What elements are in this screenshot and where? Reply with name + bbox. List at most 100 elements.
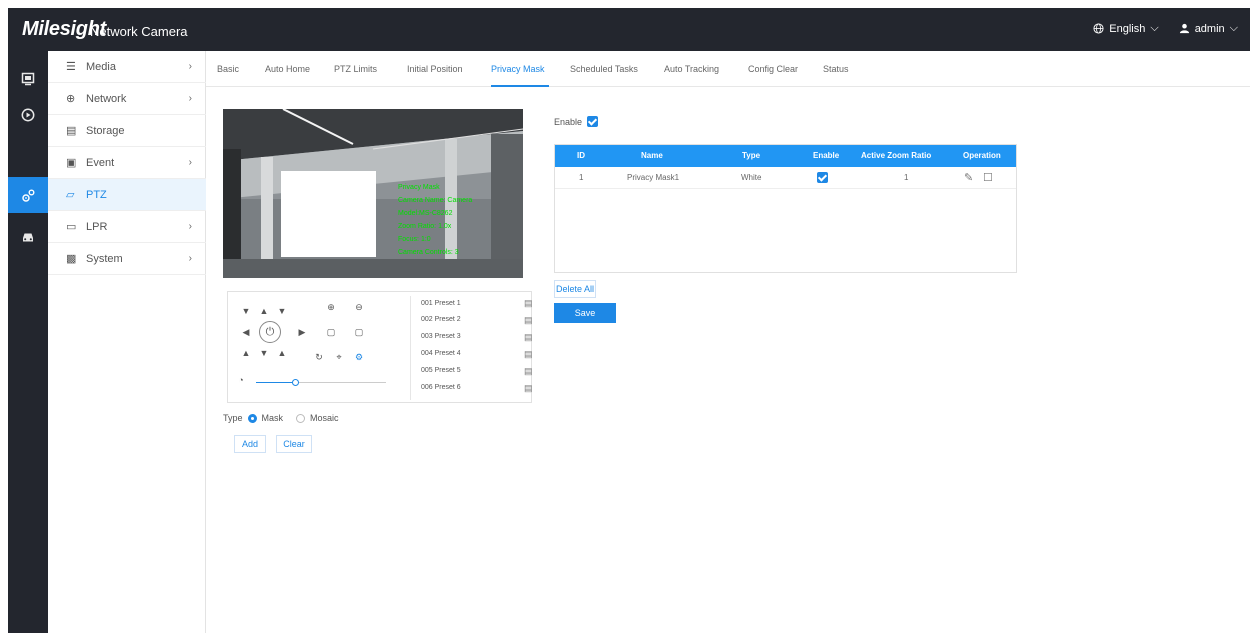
tab-status[interactable]: Status [823, 64, 849, 74]
edit-icon[interactable]: ✎ [964, 171, 973, 184]
car-icon: ▭ [66, 221, 77, 233]
preset-item[interactable]: 003 Preset 3 [421, 333, 461, 340]
tab-auto-tracking[interactable]: Auto Tracking [664, 64, 719, 74]
sidebar-item-event[interactable]: ▣ Event › [48, 147, 206, 179]
table-row[interactable]: 1 Privacy Mask1 White 1 ✎ ☐ [555, 167, 1016, 189]
ptz-icon: ▱ [66, 189, 75, 201]
sidebar-item-label: Storage [86, 124, 125, 137]
tab-initial-position[interactable]: Initial Position [407, 64, 463, 74]
add-button[interactable]: Add [234, 435, 266, 453]
tab-scheduled-tasks[interactable]: Scheduled Tasks [570, 64, 638, 74]
type-label: Type [223, 413, 243, 423]
sidebar-item-label: Event [86, 156, 115, 169]
user-menu[interactable]: admin ⌵ [1179, 22, 1238, 35]
pan-down-right-button[interactable]: ▲ [275, 348, 289, 358]
preset-item[interactable]: 002 Preset 2 [421, 316, 461, 323]
row-enable-checkbox[interactable] [817, 172, 828, 185]
save-preset-icon[interactable]: ▤ [524, 349, 533, 360]
video-preview[interactable]: Privacy Mask Camera Name: Camera Model:M… [223, 109, 523, 278]
rotate-icon[interactable]: ↻ [312, 352, 326, 363]
mask-type: White [741, 173, 762, 182]
tab-basic[interactable]: Basic [217, 64, 239, 74]
settings-button[interactable] [8, 177, 48, 213]
pan-up-button[interactable]: ▲ [257, 306, 271, 316]
language-label: English [1109, 22, 1146, 35]
tab-ptz-limits[interactable]: PTZ Limits [334, 64, 377, 74]
active-tab-indicator [491, 85, 549, 87]
tab-config-clear[interactable]: Config Clear [748, 64, 798, 74]
tab-bar: Basic Auto Home PTZ Limits Initial Posit… [206, 51, 1250, 87]
delete-icon[interactable]: ☐ [983, 171, 993, 184]
globe-icon [1093, 23, 1104, 34]
focus-near-icon[interactable]: ▢ [324, 327, 338, 338]
clear-button[interactable]: Clear [276, 435, 312, 453]
pan-up-left-button[interactable]: ▼ [239, 306, 253, 316]
top-right-menu: English ⌵ admin ⌵ [1093, 22, 1238, 35]
speed-slider-track[interactable] [256, 379, 386, 386]
mosaic-radio[interactable] [296, 413, 306, 423]
main-content: Basic Auto Home PTZ Limits Initial Posit… [206, 51, 1250, 633]
crop-icon[interactable]: ⌖ [332, 352, 346, 363]
gear-icon[interactable]: ⚙ [352, 352, 366, 363]
tab-auto-home[interactable]: Auto Home [265, 64, 310, 74]
storage-icon: ▤ [66, 125, 77, 137]
focus-far-icon[interactable]: ▢ [352, 327, 366, 338]
sidebar-item-media[interactable]: ☰ Media › [48, 51, 206, 83]
save-preset-icon[interactable]: ▤ [524, 366, 533, 377]
save-preset-icon[interactable]: ▤ [524, 332, 533, 343]
mask-option-label: Mask [261, 413, 284, 423]
sidebar-item-label: Network [86, 92, 127, 105]
tab-privacy-mask[interactable]: Privacy Mask [491, 64, 545, 74]
osd-line: Camera Name: Camera [398, 197, 472, 204]
column-header: Enable [813, 151, 840, 160]
mask-radio[interactable] [247, 413, 257, 423]
left-rail [8, 51, 48, 633]
chevron-right-icon: › [188, 221, 192, 232]
column-header: Active Zoom Ratio [861, 151, 932, 160]
speed-slider-handle[interactable] [292, 379, 299, 386]
playback-icon [21, 108, 35, 122]
privacy-mask-table: ID Name Type Enable Active Zoom Ratio Op… [554, 144, 1017, 273]
sidebar-item-label: Media [86, 60, 116, 73]
pan-down-button[interactable]: ▼ [257, 348, 271, 358]
playback-button[interactable] [8, 97, 48, 133]
osd-line: Focus: 1:0 [398, 236, 431, 243]
save-preset-icon[interactable]: ▤ [524, 383, 533, 394]
pan-down-left-button[interactable]: ▲ [239, 348, 253, 358]
power-icon[interactable]: ⏻ [259, 321, 281, 343]
globe-icon: ⊕ [66, 93, 76, 105]
delete-all-button[interactable]: Delete All [554, 280, 596, 298]
monitor-icon [21, 72, 35, 86]
zoom-in-icon[interactable]: ⊕ [324, 302, 338, 313]
save-preset-icon[interactable]: ▤ [524, 315, 533, 326]
sidebar-item-storage[interactable]: ▤ Storage [48, 115, 206, 147]
ptz-divider [410, 296, 411, 400]
sidebar-item-ptz[interactable]: ▱ PTZ [48, 179, 206, 211]
vehicle-button[interactable] [8, 219, 48, 255]
mosaic-option-label: Mosaic [310, 413, 339, 423]
table-header: ID Name Type Enable Active Zoom Ratio Op… [555, 145, 1016, 167]
language-selector[interactable]: English ⌵ [1093, 22, 1159, 35]
pan-left-button[interactable]: ◀ [239, 327, 253, 338]
zoom-out-icon[interactable]: ⊖ [352, 302, 366, 313]
preset-item[interactable]: 004 Preset 4 [421, 350, 461, 357]
preset-item[interactable]: 001 Preset 1 [421, 300, 461, 307]
preset-item[interactable]: 006 Preset 6 [421, 384, 461, 391]
save-button[interactable]: Save [554, 303, 616, 323]
sidebar-item-lpr[interactable]: ▭ LPR › [48, 211, 206, 243]
live-view-button[interactable] [8, 61, 48, 97]
chevron-right-icon: › [188, 93, 192, 104]
chevron-right-icon: › [188, 253, 192, 264]
enable-checkbox[interactable] [587, 116, 599, 127]
mask-name: Privacy Mask1 [627, 173, 680, 182]
pan-up-right-button[interactable]: ▼ [275, 306, 289, 316]
pan-right-button[interactable]: ▶ [295, 327, 309, 338]
sidebar-item-system[interactable]: ▩ System › [48, 243, 206, 275]
chevron-down-icon: ⌵ [1150, 22, 1159, 34]
save-preset-icon[interactable]: ▤ [524, 298, 533, 309]
sidebar-item-network[interactable]: ⊕ Network › [48, 83, 206, 115]
preset-item[interactable]: 005 Preset 5 [421, 367, 461, 374]
app-window: Milesight Network Camera English ⌵ admin… [8, 8, 1250, 633]
type-row: Type Mask Mosaic [223, 413, 339, 423]
osd-line: Zoom Ratio: 1.0x [398, 223, 452, 230]
